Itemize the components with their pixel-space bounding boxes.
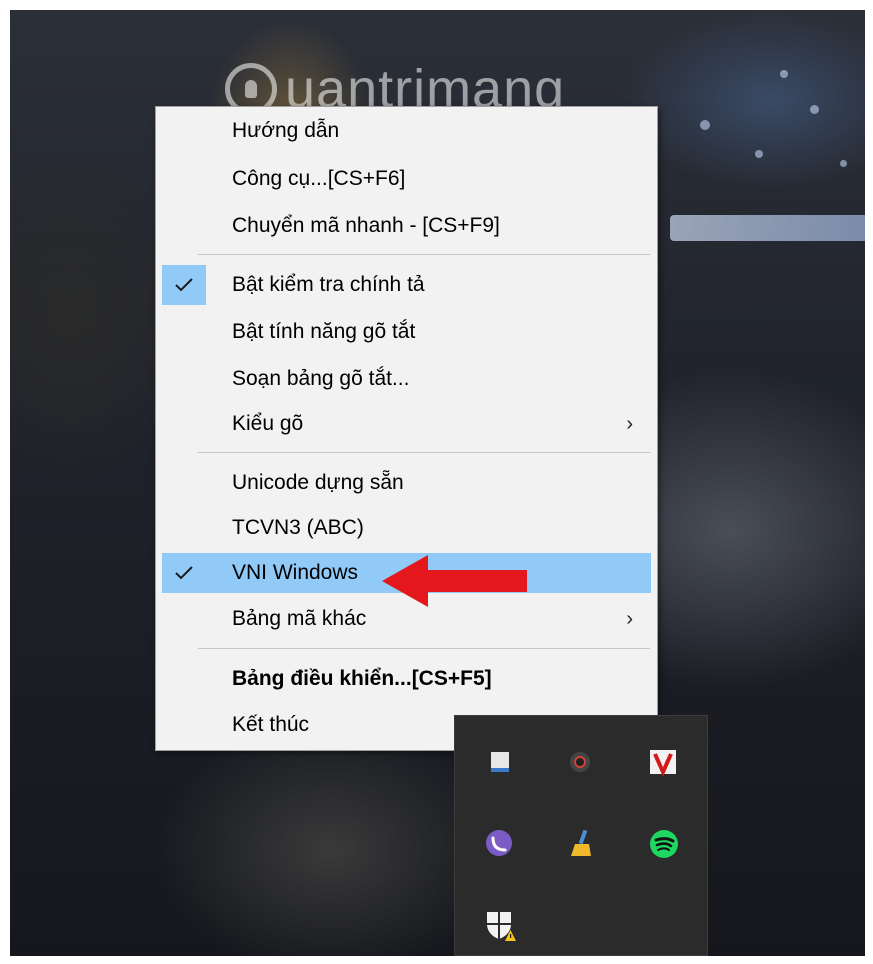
crowd-light xyxy=(755,150,763,158)
unikey-v-icon[interactable] xyxy=(648,748,678,778)
menu-item-spell-check[interactable]: Bật kiểm tra chính tả xyxy=(162,265,651,305)
menu-item-label: VNI Windows xyxy=(232,561,359,584)
spotify-icon[interactable] xyxy=(648,828,678,858)
menu-item-huong-dan[interactable]: Hướng dẫn xyxy=(162,111,651,151)
crowd-light xyxy=(840,160,847,167)
menu-item-label: Chuyển mã nhanh - [CS+F9] xyxy=(232,214,500,237)
checkmark-icon xyxy=(162,553,206,593)
menu-item-label: TCVN3 (ABC) xyxy=(232,516,364,539)
checkmark-icon xyxy=(162,265,206,305)
menu-item-cong-cu[interactable]: Công cụ...[CS+F6] xyxy=(162,159,651,199)
menu-item-label: Bật tính năng gõ tắt xyxy=(232,320,416,343)
menu-item-label: Unicode dựng sẵn xyxy=(232,471,404,494)
cleaner-broom-icon[interactable] xyxy=(565,828,595,858)
menu-item-tcvn3[interactable]: TCVN3 (ABC) xyxy=(162,508,651,548)
menu-separator xyxy=(198,648,650,649)
menu-item-label: Soạn bảng gõ tắt... xyxy=(232,367,410,390)
menu-item-label: Kiểu gõ xyxy=(232,412,304,435)
context-menu: Hướng dẫn Công cụ...[CS+F6] Chuyển mã nh… xyxy=(155,106,658,751)
menu-item-label: Hướng dẫn xyxy=(232,119,340,142)
menu-item-kieu-go[interactable]: Kiểu gõ › xyxy=(162,404,651,444)
menu-item-label: Bảng điều khiển...[CS+F5] xyxy=(232,667,492,690)
calendar-icon[interactable] xyxy=(485,748,515,778)
menu-separator xyxy=(198,452,650,453)
windows-security-warning-icon[interactable] xyxy=(483,908,516,941)
menu-item-soan-bang-go-tat[interactable]: Soạn bảng gõ tắt... xyxy=(162,359,651,399)
menu-item-bang-dieu-khien[interactable]: Bảng điều khiển...[CS+F5] xyxy=(162,659,651,699)
crowd-light xyxy=(780,70,788,78)
crowd-light xyxy=(810,105,819,114)
menu-item-unicode[interactable]: Unicode dựng sẵn xyxy=(162,463,651,503)
menu-item-go-tat[interactable]: Bật tính năng gõ tắt xyxy=(162,312,651,352)
menu-item-chuyen-ma-nhanh[interactable]: Chuyển mã nhanh - [CS+F9] xyxy=(162,206,651,246)
menu-item-label: Bật kiểm tra chính tả xyxy=(232,273,425,296)
chevron-right-icon: › xyxy=(626,608,633,630)
menu-item-label: Kết thúc xyxy=(232,713,310,736)
viber-icon[interactable] xyxy=(483,828,513,858)
menu-item-label: Công cụ...[CS+F6] xyxy=(232,167,406,190)
stage-lights xyxy=(670,215,865,241)
camera-icon[interactable] xyxy=(565,748,595,778)
menu-separator xyxy=(198,254,650,255)
menu-item-label: Bảng mã khác xyxy=(232,607,367,630)
chevron-right-icon: › xyxy=(626,413,633,435)
red-pointer-arrow-icon xyxy=(382,555,527,607)
system-tray-flyout xyxy=(454,715,708,956)
crowd-light xyxy=(700,120,710,130)
